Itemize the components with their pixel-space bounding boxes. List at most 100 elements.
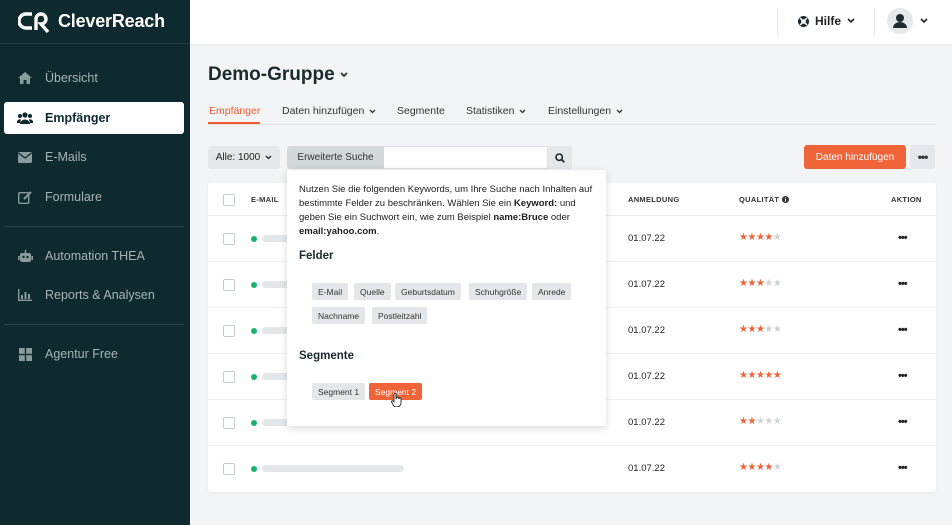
row-checkbox[interactable] [223,463,235,475]
popover-intro: Nutzen Sie die folgenden Keywords, um Ih… [299,183,595,239]
chevron-down-icon [369,109,376,114]
table-row[interactable]: 01.07.22 ★★★★★ ••• [208,446,936,492]
tab-einstellungen[interactable]: Einstellungen [548,103,623,119]
sidebar-item-formulare[interactable]: Formulare [4,181,184,213]
more-options-button[interactable]: ••• [910,145,935,169]
status-dot [251,374,257,380]
sidebar: CleverReach Übersicht Empfänger E-Mails … [0,0,190,525]
row-more-icon[interactable]: ••• [898,416,908,428]
star-empty-icon: ★ [772,462,782,473]
signup-date: 01.07.22 [628,279,665,290]
star-filled-icon: ★ [764,370,773,381]
sidebar-item-label: E-Mails [45,150,87,164]
star-filled-icon: ★ [764,462,773,473]
row-checkbox[interactable] [223,233,235,245]
add-data-button[interactable]: Daten hinzufügen [804,145,906,169]
advanced-search-button[interactable]: Erweiterte Suche [287,146,384,169]
row-checkbox[interactable] [223,279,235,291]
search-button[interactable] [548,146,572,169]
quality-stars: ★★★★★ [739,232,782,243]
select-all-checkbox[interactable] [223,194,235,206]
robot-icon [17,249,33,263]
field-chip-email[interactable]: E-Mail [312,283,349,300]
sidebar-item-label: Empfänger [45,111,111,125]
star-filled-icon: ★ [772,370,782,381]
column-header-email[interactable]: E-MAIL [251,195,279,204]
star-filled-icon: ★ [764,232,773,243]
sidebar-item-empfaenger[interactable]: Empfänger [4,102,184,134]
logo[interactable]: CleverReach [0,0,190,44]
field-chip-geburtsdatum[interactable]: Geburtsdatum [395,283,461,300]
info-icon[interactable] [782,196,790,203]
star-empty-icon: ★ [772,416,782,427]
row-more-icon[interactable]: ••• [898,370,908,382]
column-header-quality[interactable]: QUALITÄT [739,195,790,204]
page-title[interactable]: Demo-Gruppe [208,64,348,86]
divider [4,226,184,227]
divider [874,8,875,36]
signup-date: 01.07.22 [628,463,665,474]
field-chip-anrede[interactable]: Anrede [532,283,572,300]
advanced-search-popover: Nutzen Sie die folgenden Keywords, um Ih… [287,170,606,426]
star-filled-icon: ★ [747,416,756,427]
tab-label: Einstellungen [548,105,612,117]
sidebar-item-reports[interactable]: Reports & Analysen [4,279,184,311]
sidebar-item-emails[interactable]: E-Mails [4,141,184,173]
row-more-icon[interactable]: ••• [898,324,908,336]
divider [777,8,778,36]
chevron-down-icon [519,109,526,114]
help-icon [798,15,809,27]
sidebar-item-uebersicht[interactable]: Übersicht [4,62,184,94]
signup-date: 01.07.22 [628,233,665,244]
row-checkbox[interactable] [223,325,235,337]
column-header-signup[interactable]: ANMELDUNG [628,195,679,204]
search-input[interactable] [384,146,548,169]
avatar [887,8,913,34]
tab-segmente[interactable]: Segmente [397,103,445,119]
column-header-action: AKTION [891,195,922,204]
chevron-down-icon [340,72,348,78]
tab-daten-hinzufuegen[interactable]: Daten hinzufügen [282,103,376,119]
field-chip-postleitzahl[interactable]: Postleitzahl [372,307,428,324]
row-more-icon[interactable]: ••• [898,232,908,244]
page-title-text: Demo-Gruppe [208,64,335,85]
chevron-down-icon [616,109,623,114]
logo-mark-icon [17,11,51,33]
email-placeholder-bar[interactable] [262,465,404,472]
tab-statistiken[interactable]: Statistiken [466,103,526,119]
help-menu[interactable]: Hilfe [798,14,855,28]
active-tab-indicator [208,122,260,124]
sidebar-item-agentur[interactable]: Agentur Free [4,338,184,370]
search-icon [555,152,565,163]
edit-icon [17,190,33,204]
divider [4,324,184,325]
status-dot [251,420,257,426]
user-menu[interactable] [887,8,928,34]
row-checkbox[interactable] [223,417,235,429]
field-chip-nachname[interactable]: Nachname [312,307,366,324]
signup-date: 01.07.22 [628,417,665,428]
filter-dropdown[interactable]: Alle: 1000 [208,146,280,169]
popover-intro-text: oder [548,212,570,223]
segment-chip-1[interactable]: Segment 1 [312,383,366,400]
field-chip-schuhgroesse[interactable]: Schuhgröße [469,283,528,300]
row-checkbox[interactable] [223,371,235,383]
star-filled-icon: ★ [747,324,756,335]
sidebar-item-label: Agentur Free [45,347,118,361]
signup-date: 01.07.22 [628,371,665,382]
chevron-down-icon [265,155,272,160]
quality-stars: ★★★★★ [739,416,782,427]
tab-label: Empfänger [209,105,261,117]
home-icon [17,71,33,85]
sidebar-item-label: Formulare [45,190,102,204]
star-empty-icon: ★ [764,324,773,335]
tab-empfaenger[interactable]: Empfänger [209,103,260,119]
row-more-icon[interactable]: ••• [898,462,908,474]
sidebar-item-automation[interactable]: Automation THEA [4,240,184,272]
field-chip-quelle[interactable]: Quelle [354,283,391,300]
tab-label: Statistiken [466,105,515,117]
tab-label: Segmente [397,105,445,117]
star-filled-icon: ★ [747,370,756,381]
signup-date: 01.07.22 [628,325,665,336]
row-more-icon[interactable]: ••• [898,278,908,290]
